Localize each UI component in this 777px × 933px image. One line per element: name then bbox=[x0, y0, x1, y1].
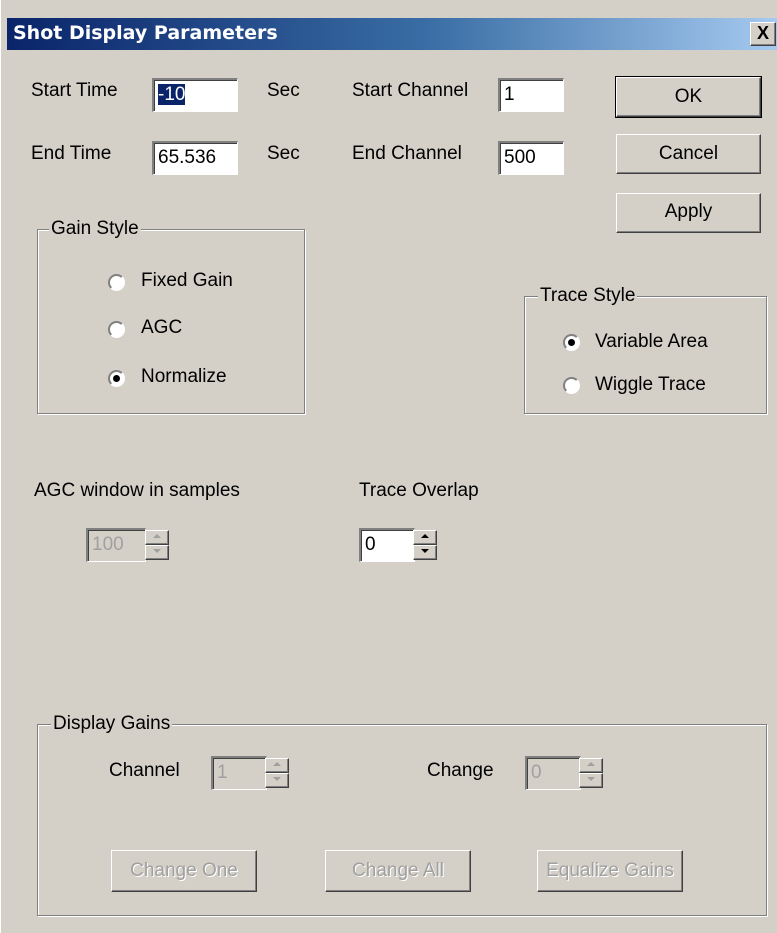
agc-window-label: AGC window in samples bbox=[34, 480, 240, 501]
normalize-radio[interactable] bbox=[108, 370, 125, 387]
end-time-value: 65.536 bbox=[158, 147, 217, 168]
trace-style-group bbox=[524, 296, 767, 414]
equalize-gains-button[interactable]: Equalize Gains bbox=[537, 850, 683, 892]
agc-window-input[interactable]: 100 bbox=[86, 528, 146, 562]
start-time-value: -10 bbox=[158, 84, 186, 105]
gain-style-title: Gain Style bbox=[49, 218, 141, 240]
end-time-input[interactable]: 65.536 bbox=[152, 141, 238, 175]
variable-area-radio[interactable] bbox=[563, 334, 580, 351]
channel-value: 1 bbox=[217, 762, 228, 783]
change-value: 0 bbox=[531, 762, 542, 783]
trace-style-title: Trace Style bbox=[538, 285, 638, 307]
start-time-label: Start Time bbox=[31, 80, 118, 101]
trace-overlap-value: 0 bbox=[365, 534, 376, 555]
channel-input[interactable]: 1 bbox=[211, 756, 267, 790]
end-channel-input[interactable]: 500 bbox=[498, 141, 564, 175]
title-bar[interactable]: Shot Display Parameters X bbox=[7, 18, 777, 50]
agc-window-spinner[interactable] bbox=[145, 530, 169, 560]
spin-up-icon[interactable] bbox=[265, 758, 289, 773]
change-all-button[interactable]: Change All bbox=[325, 850, 471, 892]
spin-down-icon[interactable] bbox=[413, 545, 437, 560]
change-spinner[interactable] bbox=[579, 758, 603, 788]
spin-up-icon[interactable] bbox=[413, 530, 437, 545]
variable-area-label[interactable]: Variable Area bbox=[595, 331, 708, 353]
trace-overlap-label: Trace Overlap bbox=[359, 480, 479, 501]
start-channel-label: Start Channel bbox=[352, 80, 469, 101]
start-channel-input[interactable]: 1 bbox=[498, 78, 564, 112]
agc-window-value: 100 bbox=[92, 534, 124, 555]
close-icon: X bbox=[756, 23, 769, 43]
end-time-unit: Sec bbox=[267, 143, 300, 164]
close-button[interactable]: X bbox=[750, 22, 776, 46]
spin-up-icon[interactable] bbox=[145, 530, 169, 545]
spin-down-icon[interactable] bbox=[145, 545, 169, 560]
normalize-label[interactable]: Normalize bbox=[141, 366, 227, 388]
spin-down-icon[interactable] bbox=[579, 773, 603, 788]
agc-radio[interactable] bbox=[108, 321, 125, 338]
trace-overlap-spinner[interactable] bbox=[413, 530, 437, 560]
display-gains-title: Display Gains bbox=[51, 713, 173, 735]
channel-spinner[interactable] bbox=[265, 758, 289, 788]
end-channel-value: 500 bbox=[504, 147, 536, 168]
change-input[interactable]: 0 bbox=[525, 756, 581, 790]
trace-overlap-input[interactable]: 0 bbox=[359, 528, 415, 562]
window-title: Shot Display Parameters bbox=[13, 22, 278, 44]
change-one-button[interactable]: Change One bbox=[111, 850, 257, 892]
end-channel-label: End Channel bbox=[352, 143, 462, 164]
cancel-button[interactable]: Cancel bbox=[616, 134, 761, 174]
start-channel-value: 1 bbox=[504, 84, 515, 105]
ok-button[interactable]: OK bbox=[615, 76, 762, 118]
change-label: Change bbox=[427, 760, 494, 781]
wiggle-trace-radio[interactable] bbox=[563, 377, 580, 394]
wiggle-trace-label[interactable]: Wiggle Trace bbox=[595, 374, 706, 396]
fixed-gain-label[interactable]: Fixed Gain bbox=[141, 270, 233, 292]
end-time-label: End Time bbox=[31, 143, 112, 164]
apply-button[interactable]: Apply bbox=[616, 193, 761, 233]
agc-label[interactable]: AGC bbox=[141, 317, 182, 339]
spin-down-icon[interactable] bbox=[265, 773, 289, 788]
start-time-unit: Sec bbox=[267, 80, 300, 101]
spin-up-icon[interactable] bbox=[579, 758, 603, 773]
shot-display-parameters-dialog: Shot Display Parameters X Start Time -10… bbox=[0, 0, 777, 933]
radio-selected-dot bbox=[568, 339, 575, 346]
start-time-input[interactable]: -10 bbox=[152, 78, 238, 112]
channel-label: Channel bbox=[109, 760, 180, 781]
fixed-gain-radio[interactable] bbox=[108, 274, 125, 291]
radio-selected-dot bbox=[113, 375, 120, 382]
